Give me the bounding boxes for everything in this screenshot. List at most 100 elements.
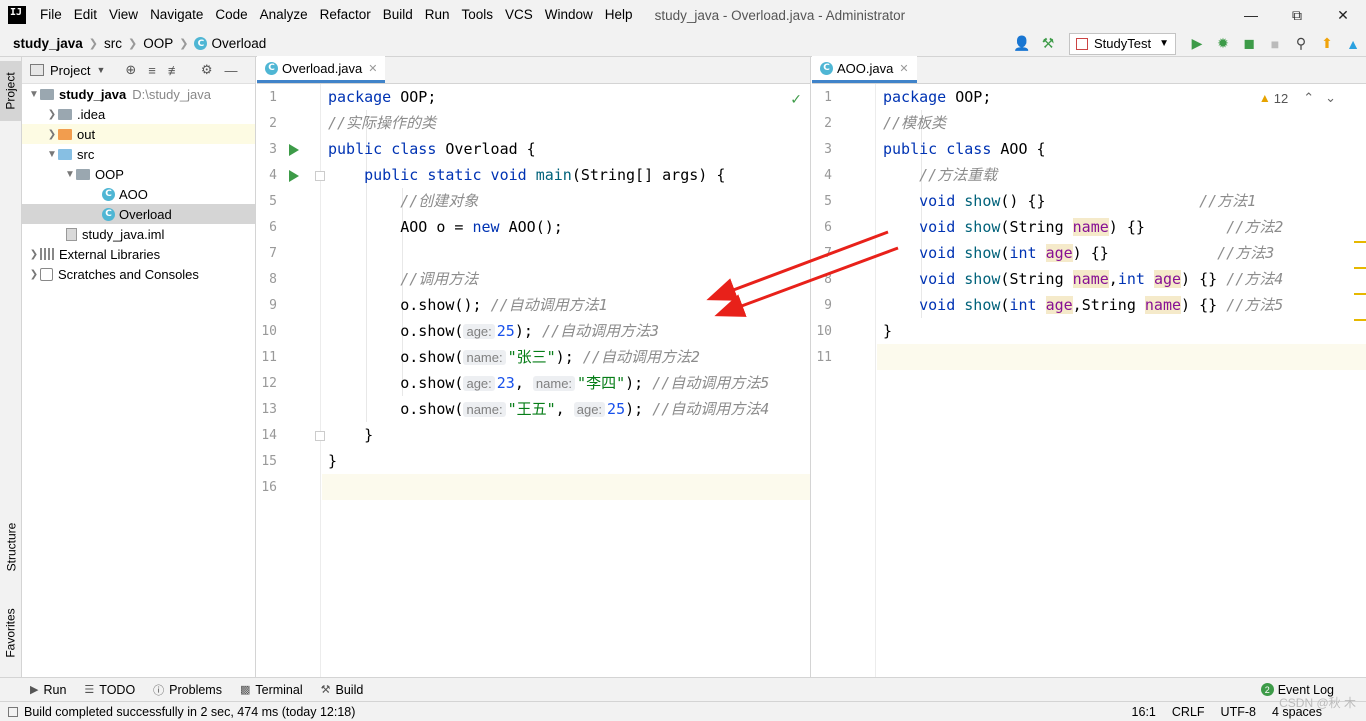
code-line: //调用方法 xyxy=(400,270,479,288)
project-tool-tab[interactable]: Project xyxy=(0,61,22,121)
close-icon[interactable]: ✕ xyxy=(368,62,377,75)
tree-item-iml[interactable]: study_java.iml xyxy=(22,224,255,244)
menu-edit[interactable]: Edit xyxy=(68,0,103,30)
file-encoding[interactable]: UTF-8 xyxy=(1221,705,1256,719)
caret-position[interactable]: 16:1 xyxy=(1132,705,1156,719)
code-line: //方法重载 xyxy=(919,166,998,184)
tree-item-idea[interactable]: ❯ .idea xyxy=(22,104,255,124)
breadcrumb-project[interactable]: study_java xyxy=(11,36,85,51)
tree-item-external-libraries[interactable]: ❯ External Libraries xyxy=(22,244,255,264)
tab-label: Overload.java xyxy=(282,60,363,76)
menu-vcs[interactable]: VCS xyxy=(499,0,539,30)
coverage-icon[interactable]: ◼ xyxy=(1238,33,1260,55)
chevron-right-icon[interactable]: ❯ xyxy=(28,249,40,260)
menu-build[interactable]: Build xyxy=(377,0,419,30)
run-gutter-icon[interactable] xyxy=(289,170,299,182)
hide-icon[interactable]: — xyxy=(225,63,238,78)
editor-aoo: C AOO.java ✕ 1 2 3 4 5 6 7 8 9 10 11 pac… xyxy=(812,56,1366,677)
menu-analyze[interactable]: Analyze xyxy=(254,0,314,30)
user-icon[interactable]: 👤 xyxy=(1011,33,1033,55)
code-area[interactable]: package OOP; //实际操作的类 public class Overl… xyxy=(322,84,810,677)
tree-item-aoo[interactable]: C AOO xyxy=(22,184,255,204)
tree-item-scratches[interactable]: ❯ Scratches and Consoles xyxy=(22,264,255,284)
build-tool-button[interactable]: ⚒ Build xyxy=(321,683,364,697)
update-icon[interactable]: ⬆ xyxy=(1316,33,1338,55)
todo-tool-button[interactable]: ☰ TODO xyxy=(84,683,135,697)
warning-stripe-marker[interactable] xyxy=(1354,293,1366,295)
run-gutter-icon[interactable] xyxy=(289,144,299,156)
stop-icon[interactable]: ■ xyxy=(1264,33,1286,55)
status-message[interactable]: Build completed successfully in 2 sec, 4… xyxy=(8,705,355,719)
menu-window[interactable]: Window xyxy=(539,0,599,30)
tree-item-oop[interactable]: ▼ OOP xyxy=(22,164,255,184)
jetbrains-icon[interactable]: ▲ xyxy=(1342,33,1364,55)
tree-item-project-root[interactable]: ▼ study_java D:\study_java xyxy=(22,84,255,104)
tree-item-src[interactable]: ▼ src xyxy=(22,144,255,164)
param-hint: name: xyxy=(463,402,506,417)
menu-view[interactable]: View xyxy=(103,0,144,30)
code-line: o.show(); //自动调用方法1 xyxy=(400,296,608,314)
class-icon: C xyxy=(102,207,115,221)
restore-icon[interactable]: ⧉ xyxy=(1274,0,1320,30)
line-number: 9 xyxy=(824,298,832,313)
chevron-down-icon[interactable]: ⌄ xyxy=(1325,90,1336,106)
close-icon[interactable]: ✕ xyxy=(899,62,908,75)
debug-icon[interactable]: ✹ xyxy=(1212,33,1234,55)
menu-help[interactable]: Help xyxy=(599,0,639,30)
warning-stripe-marker[interactable] xyxy=(1354,267,1366,269)
chevron-down-icon[interactable]: ▼ xyxy=(46,149,58,160)
run-icon[interactable]: ▶ xyxy=(1186,33,1208,55)
bottom-tool-strip: ▶ Run ☰ TODO ⓘ Problems ▩ Terminal ⚒ Build 2 … xyxy=(0,677,1366,701)
minimize-icon[interactable]: — xyxy=(1228,0,1274,30)
line-separator[interactable]: CRLF xyxy=(1172,705,1205,719)
menu-navigate[interactable]: Navigate xyxy=(144,0,209,30)
problems-tool-button[interactable]: ⓘ Problems xyxy=(153,682,222,698)
terminal-tool-button[interactable]: ▩ Terminal xyxy=(240,683,303,697)
folder-icon xyxy=(40,88,54,100)
project-view-select[interactable]: Project xyxy=(50,63,90,78)
menu-file[interactable]: File xyxy=(34,0,68,30)
editor-gutter: 1 2 3 4 5 6 7 8 9 10 11 xyxy=(812,84,876,677)
tree-item-out[interactable]: ❯ out xyxy=(22,124,255,144)
code-area[interactable]: package OOP; //模板类 public class AOO { //… xyxy=(877,84,1366,677)
warning-stripe-marker[interactable] xyxy=(1354,319,1366,321)
gear-icon[interactable]: ⚙ xyxy=(201,62,213,78)
tab-overload-java[interactable]: C Overload.java ✕ xyxy=(257,56,386,83)
watermark: CSDN @秋 木 xyxy=(1279,696,1356,710)
chevron-up-icon[interactable]: ⌃ xyxy=(1303,90,1314,106)
inspection-widget[interactable]: ▲ 12 ⌃ ⌄ xyxy=(1259,90,1336,106)
expand-all-icon[interactable]: ≡ xyxy=(148,63,156,78)
run-config-select[interactable]: StudyTest ▼ xyxy=(1069,32,1176,55)
collapse-all-icon[interactable]: ≢ xyxy=(168,63,181,78)
hammer-icon[interactable]: ⚒ xyxy=(1037,33,1059,55)
problems-icon: ⓘ xyxy=(153,684,165,697)
favorites-tool-tab[interactable]: Favorites xyxy=(0,595,22,671)
menu-run[interactable]: Run xyxy=(419,0,456,30)
menu-tools[interactable]: Tools xyxy=(456,0,500,30)
event-count-badge: 2 xyxy=(1260,683,1274,696)
no-problems-check-icon[interactable]: ✓ xyxy=(790,91,802,108)
code-line: //创建对象 xyxy=(400,192,479,210)
line-number: 7 xyxy=(269,246,277,261)
chevron-right-icon[interactable]: ❯ xyxy=(28,269,40,280)
chevron-right-icon[interactable]: ❯ xyxy=(46,129,58,140)
search-icon[interactable]: ⚲ xyxy=(1290,33,1312,55)
chevron-right-icon[interactable]: ❯ xyxy=(46,109,58,120)
chevron-down-icon[interactable]: ▼ xyxy=(28,89,40,100)
locate-icon[interactable]: ⊕ xyxy=(125,62,136,78)
warning-stripe-marker[interactable] xyxy=(1354,241,1366,243)
code-line: } xyxy=(328,452,338,470)
tab-aoo-java[interactable]: C AOO.java ✕ xyxy=(812,56,917,83)
dropdown-icon[interactable]: ▼ xyxy=(96,65,105,75)
close-window-icon[interactable]: ✕ xyxy=(1320,0,1366,30)
run-tool-button[interactable]: ▶ Run xyxy=(30,683,66,697)
breadcrumb-class[interactable]: C Overload xyxy=(192,36,268,51)
menu-refactor[interactable]: Refactor xyxy=(314,0,377,30)
structure-tool-tab[interactable]: Structure xyxy=(0,507,22,587)
breadcrumb-package[interactable]: OOP xyxy=(141,36,175,51)
chevron-down-icon[interactable]: ▼ xyxy=(64,169,76,180)
breadcrumb-src[interactable]: src xyxy=(102,36,124,51)
tree-item-overload[interactable]: C Overload xyxy=(22,204,255,224)
menu-code[interactable]: Code xyxy=(209,0,253,30)
